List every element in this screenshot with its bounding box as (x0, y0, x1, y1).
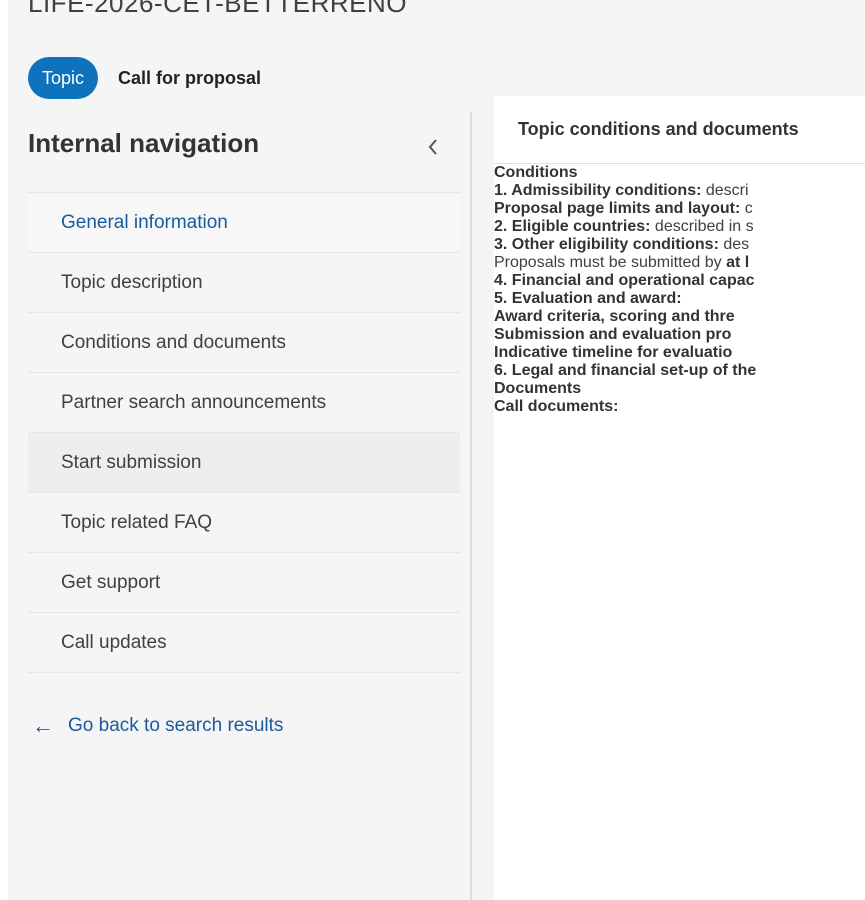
page-title: LIFE-2026-CET-BETTERRENO (28, 0, 407, 18)
sidebar-item-get-support[interactable]: Get support (28, 553, 460, 613)
back-link-label: Go back to search results (68, 715, 284, 736)
sidebar-item-call-updates[interactable]: Call updates (28, 613, 460, 673)
sidebar-item-topic-description[interactable]: Topic description (28, 253, 460, 313)
chevron-left-icon (428, 139, 437, 155)
condition-eligible-countries: 2. Eligible countries: described in s (494, 218, 754, 235)
sidebar-nav-list: General information Topic description Co… (28, 192, 460, 673)
condition-submission-note: Proposals must be submitted by at l (494, 254, 750, 271)
sidebar-item-conditions-and-documents[interactable]: Conditions and documents (28, 313, 460, 373)
call-documents-heading: Call documents: (494, 398, 619, 415)
sidebar-item-partner-search[interactable]: Partner search announcements (28, 373, 460, 433)
topic-tabs: Topic Call for proposal (28, 57, 261, 99)
condition-evaluation-award: 5. Evaluation and award: (494, 290, 682, 307)
sidebar-item-start-submission[interactable]: Start submission (28, 433, 460, 493)
condition-page-limits: Proposal page limits and layout: c (494, 200, 753, 217)
documents-heading: Documents (494, 380, 582, 397)
condition-admissibility: 1. Admissibility conditions: descri (494, 182, 749, 199)
tab-call-for-proposal[interactable]: Call for proposal (118, 68, 261, 89)
panel-divider (470, 112, 472, 900)
collapse-sidebar-button[interactable] (421, 132, 445, 162)
content-section-title: Topic conditions and documents (494, 96, 865, 164)
bullet-submission-evaluation: Submission and evaluation pro (494, 326, 865, 344)
sidebar-header: Internal navigation (28, 112, 460, 192)
bullet-award-criteria: Award criteria, scoring and thre (494, 308, 865, 326)
sidebar-item-topic-faq[interactable]: Topic related FAQ (28, 493, 460, 553)
condition-financial-capacity: 4. Financial and operational capac (494, 272, 755, 289)
internal-navigation-sidebar: Internal navigation General information … (28, 112, 460, 673)
arrow-left-icon: ← (32, 713, 54, 738)
sidebar-title: Internal navigation (28, 128, 260, 158)
sidebar-item-general-information[interactable]: General information (28, 193, 460, 253)
tab-topic[interactable]: Topic (28, 57, 99, 99)
condition-legal-financial: 6. Legal and financial set-up of the (494, 362, 757, 379)
conditions-heading: Conditions (494, 164, 578, 181)
condition-other-eligibility: 3. Other eligibility conditions: des (494, 236, 750, 253)
bullet-indicative-timeline: Indicative timeline for evaluatio (494, 344, 865, 362)
back-to-search-link[interactable]: ← Go back to search results (32, 713, 283, 739)
content-panel: Topic conditions and documents Condition… (494, 96, 865, 900)
